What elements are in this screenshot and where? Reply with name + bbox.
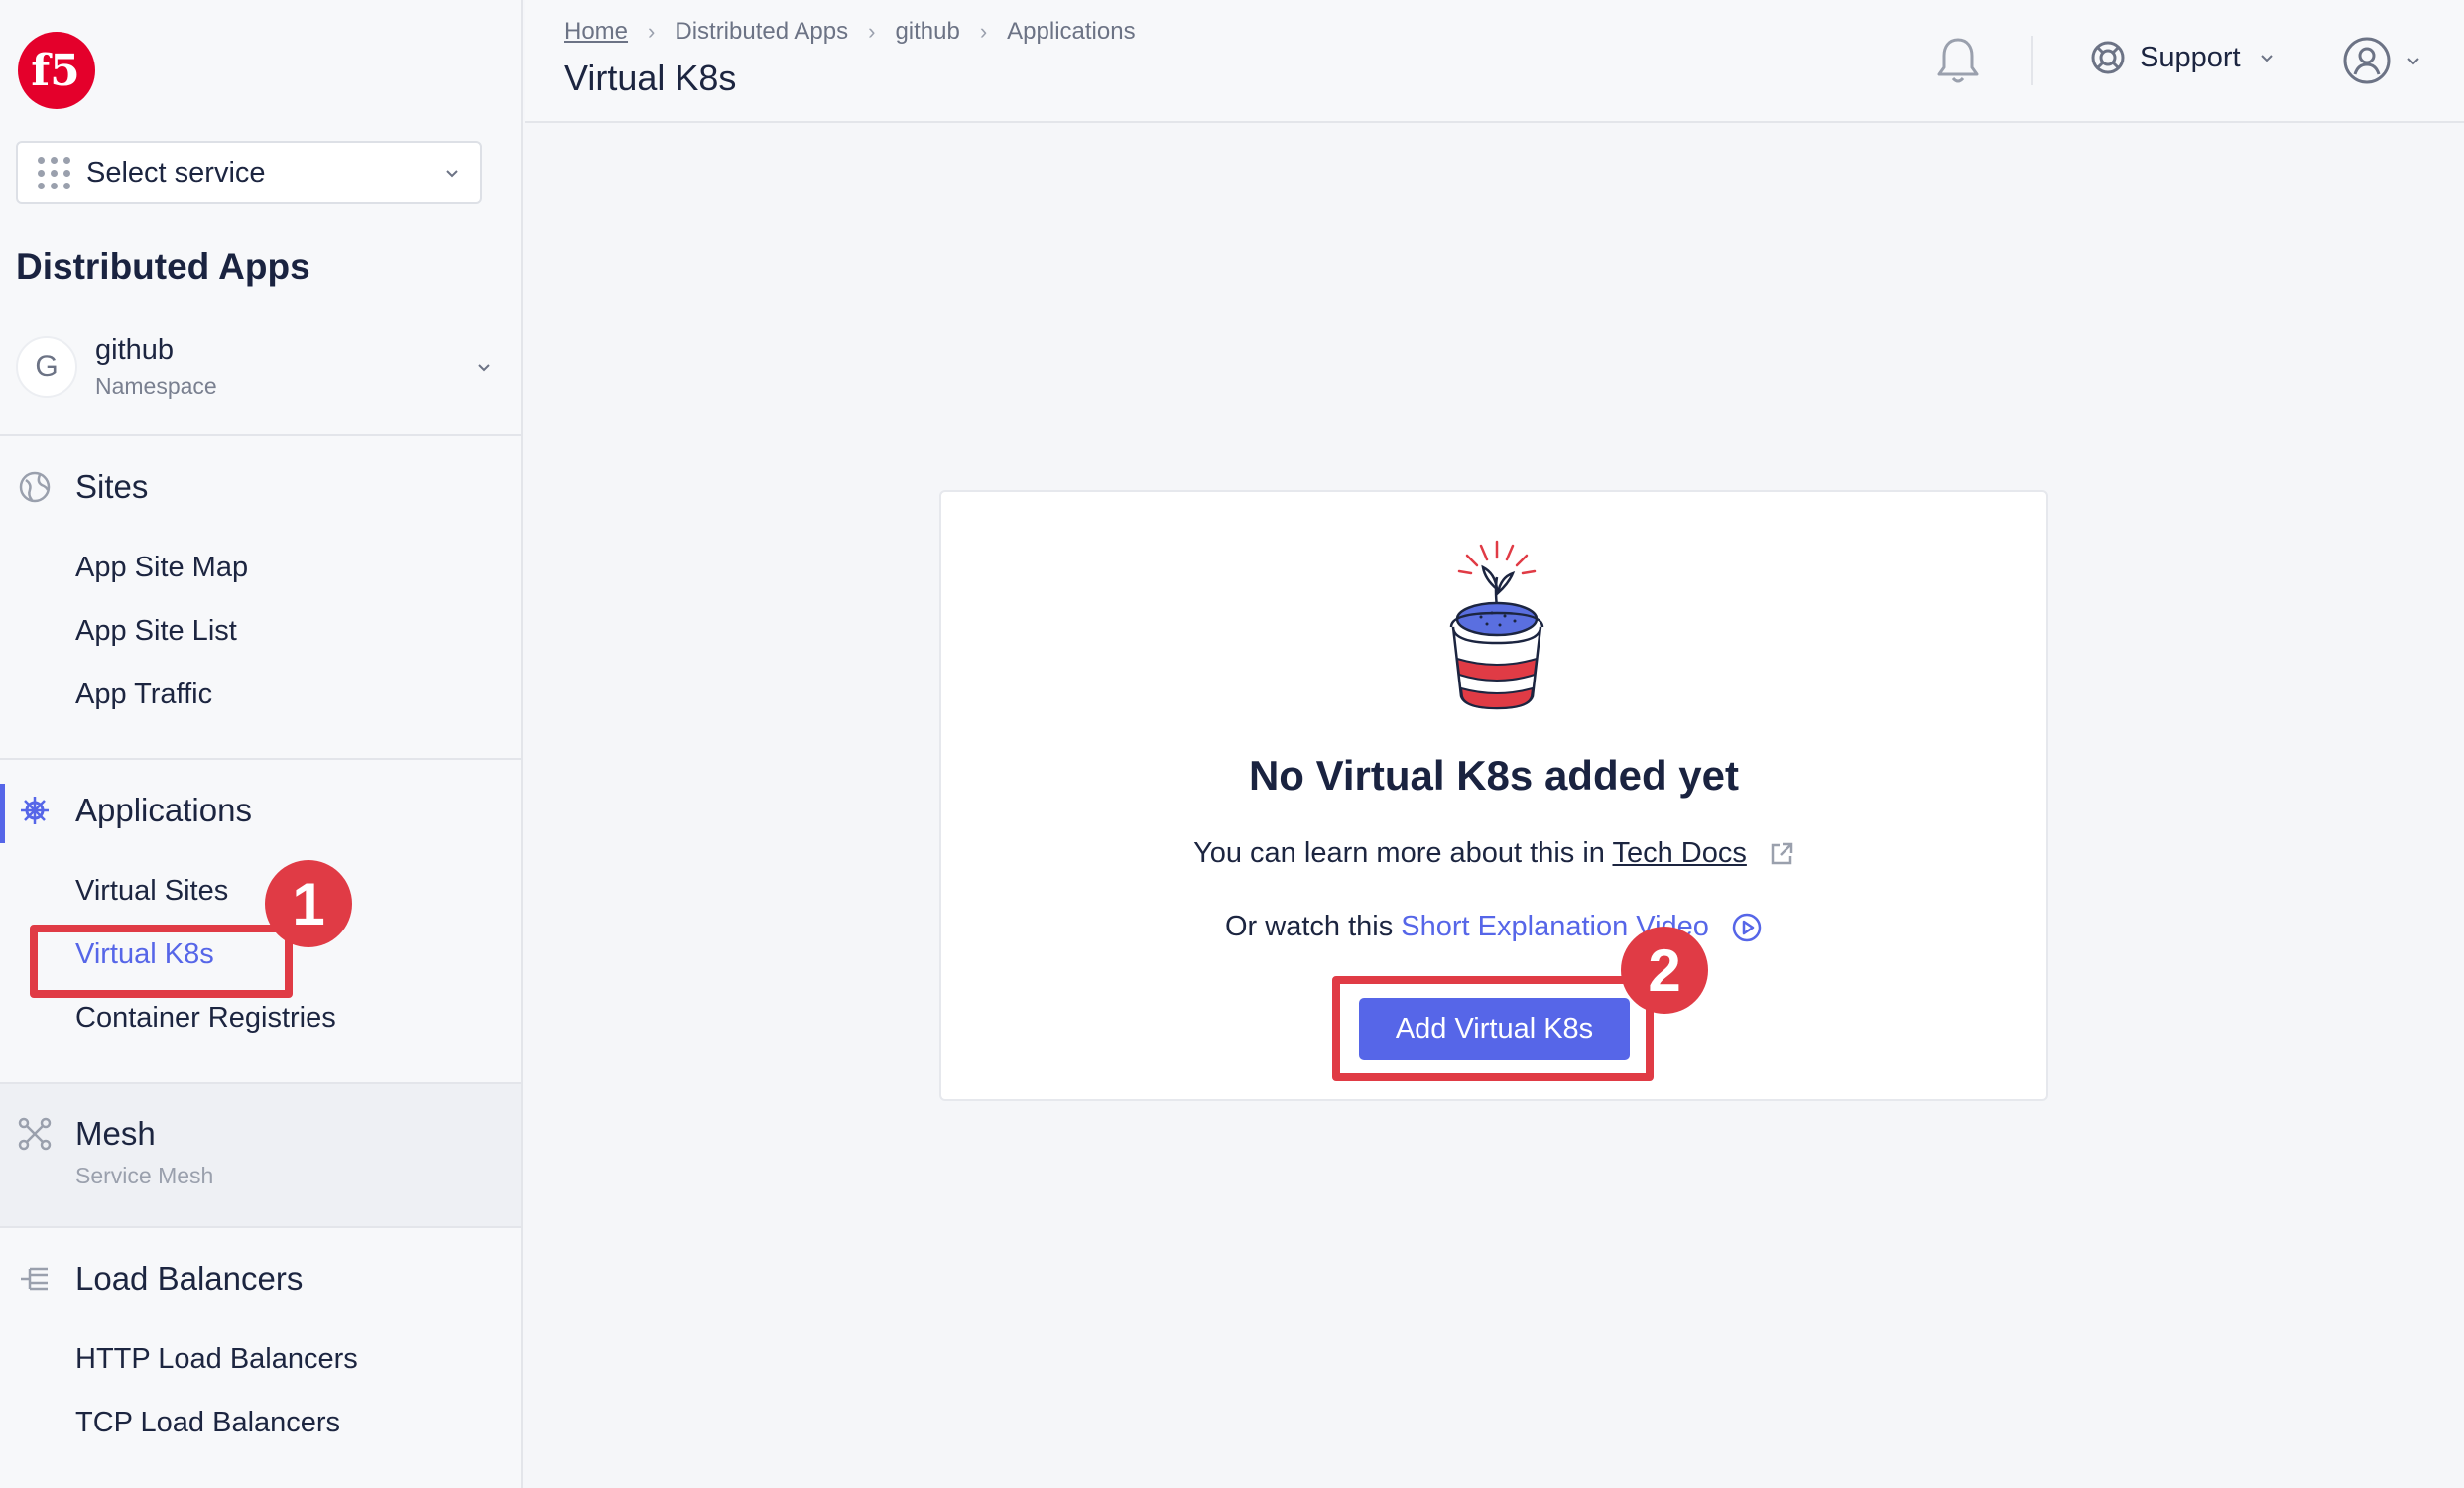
chevron-right-icon: › [979, 19, 988, 44]
top-header: Home › Distributed Apps › github › Appli… [525, 0, 2464, 123]
lifebuoy-icon [2091, 41, 2125, 74]
support-menu[interactable]: Support [2090, 40, 2275, 75]
page-title: Virtual K8s [564, 58, 737, 98]
nav-group-sites[interactable]: Sites [16, 468, 148, 506]
namespace-name: github [95, 334, 175, 366]
empty-state-title: No Virtual K8s added yet [1248, 752, 1740, 799]
header-divider [2031, 36, 2033, 85]
namespace-type: Namespace [95, 373, 217, 399]
sidebar: f5 Select service Distributed Apps G git… [0, 0, 523, 1488]
breadcrumb-distributed-apps: Distributed Apps [675, 18, 849, 45]
external-link-icon[interactable] [1769, 841, 1794, 867]
empty-state-card: No Virtual K8s added yet You can learn m… [939, 490, 2048, 1101]
user-avatar-icon [2343, 37, 2391, 84]
nav-item-virtual-sites[interactable]: Virtual Sites [75, 875, 228, 908]
divider [0, 1226, 523, 1228]
nav-item-container-registries[interactable]: Container Registries [75, 1002, 336, 1035]
learn-more-line: You can learn more about this in Tech Do… [941, 837, 2046, 870]
namespace-avatar: G [16, 336, 77, 398]
nav-group-applications[interactable]: Applications [16, 792, 252, 829]
nav-group-label: Mesh [75, 1115, 156, 1152]
nav-item-app-traffic[interactable]: App Traffic [75, 679, 212, 711]
nav-item-http-load-balancers[interactable]: HTTP Load Balancers [75, 1343, 358, 1376]
logo-text: f5 [31, 46, 80, 96]
load-balancer-icon [16, 1260, 54, 1298]
nav-group-label: Applications [75, 792, 252, 828]
breadcrumb-home[interactable]: Home [564, 18, 628, 46]
learn-more-text: You can learn more about this in [1193, 837, 1605, 869]
select-service-label: Select service [86, 156, 266, 188]
chevron-down-icon [478, 364, 490, 372]
nav-group-mesh[interactable]: Mesh [16, 1115, 156, 1153]
nav-group-load-balancers[interactable]: Load Balancers [16, 1260, 303, 1298]
divider [0, 758, 523, 760]
breadcrumb-namespace: github [895, 18, 960, 45]
chevron-down-icon [446, 170, 458, 178]
chevron-down-icon [2260, 55, 2273, 62]
plant-pot-illustration [1449, 540, 1544, 710]
chevron-down-icon [2407, 58, 2419, 65]
step-badge-2: 2 [1621, 927, 1708, 1014]
watch-video-text: Or watch this [1225, 911, 1394, 942]
nav-item-app-site-map[interactable]: App Site Map [75, 552, 248, 584]
nav-group-label: Load Balancers [75, 1260, 304, 1297]
namespace-selector[interactable]: G github Namespace [16, 327, 492, 407]
breadcrumb: Home › Distributed Apps › github › Appli… [564, 18, 1136, 46]
active-group-indicator [0, 784, 5, 843]
select-service-dropdown[interactable]: Select service [16, 141, 482, 204]
nav-item-app-site-list[interactable]: App Site List [75, 615, 237, 648]
grid-icon [38, 156, 70, 189]
chevron-right-icon: › [868, 19, 876, 44]
section-title: Distributed Apps [16, 246, 310, 287]
f5-logo[interactable]: f5 [16, 30, 97, 111]
nav-item-virtual-k8s[interactable]: Virtual K8s [75, 938, 214, 971]
play-circle-icon[interactable] [1731, 912, 1763, 943]
step-badge-1: 1 [265, 860, 352, 947]
chevron-right-icon: › [648, 19, 656, 44]
divider [0, 434, 523, 436]
nav-group-label: Sites [75, 468, 149, 505]
breadcrumb-applications: Applications [1007, 18, 1136, 45]
tech-docs-link[interactable]: Tech Docs [1612, 837, 1746, 869]
support-label: Support [2140, 41, 2241, 73]
bell-icon[interactable] [1933, 34, 1983, 87]
nav-group-subtitle: Service Mesh [75, 1163, 214, 1188]
add-virtual-k8s-button[interactable]: Add Virtual K8s [1359, 998, 1630, 1060]
user-menu[interactable] [2342, 36, 2421, 85]
nav-item-tcp-load-balancers[interactable]: TCP Load Balancers [75, 1407, 340, 1439]
globe-icon [16, 468, 54, 506]
mesh-network-icon [16, 1115, 54, 1153]
watch-video-line: Or watch this Short Explanation Video [941, 911, 2046, 943]
helm-wheel-icon [16, 792, 54, 829]
mesh-group-background [0, 1084, 521, 1228]
